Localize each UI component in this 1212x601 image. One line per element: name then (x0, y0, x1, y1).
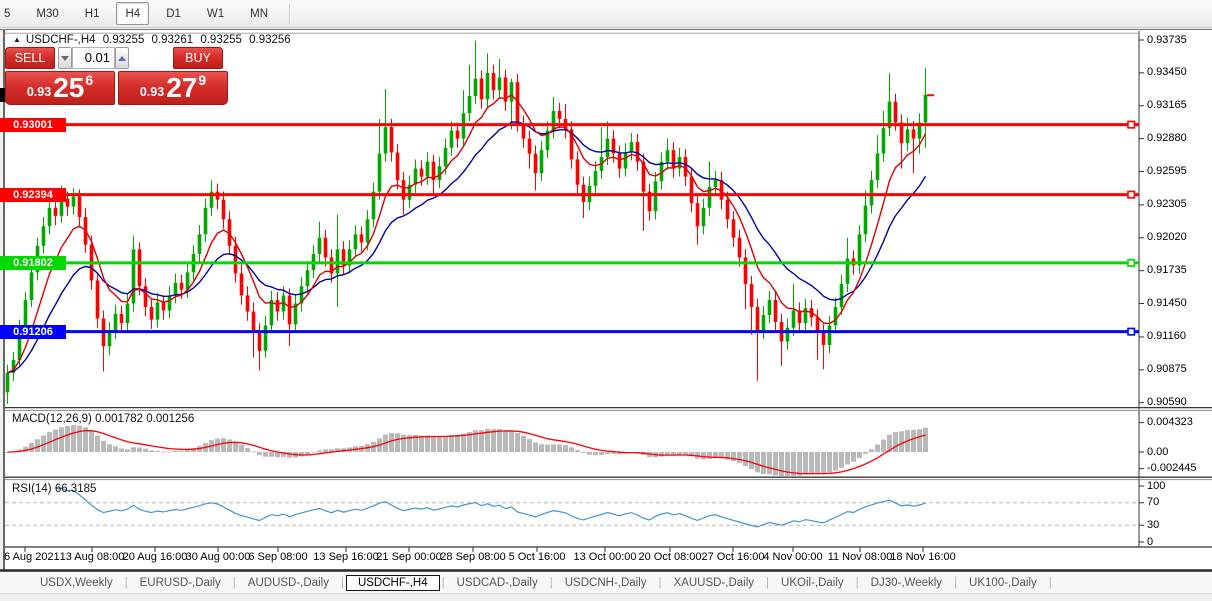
rsi-indicator-label: RSI(14) 66.3185 (12, 483, 96, 495)
macd-axis-label: 0.004323 (1147, 416, 1193, 429)
price-axis-label: 0.91450 (1147, 297, 1187, 310)
buy-button-label: BUY (185, 51, 211, 65)
symbol-tab-bar: USDX,Weekly|EURUSD-,Daily|AUDUSD-,Daily|… (0, 572, 1212, 593)
price-axis-label: 0.92880 (1147, 132, 1187, 145)
price-axis-label: 0.93165 (1147, 99, 1187, 112)
tab-separator: | (550, 577, 553, 589)
price-axis-label: 0.92020 (1147, 231, 1187, 244)
volume-decrease-button[interactable] (58, 47, 72, 69)
tab-separator: | (233, 577, 236, 589)
macd-indicator-label: MACD(12,26,9) 0.001782 0.001256 (12, 413, 194, 425)
timeframe-toolbar: 5 M30 H1 H4 D1 W1 MN (0, 0, 1212, 28)
volume-input[interactable]: 0.01 (72, 47, 115, 69)
price-axis-label: 0.93735 (1147, 34, 1187, 47)
price-axis-label: 0.92305 (1147, 198, 1187, 211)
time-axis-label: 21 Sep 00:00 (376, 551, 441, 564)
arrow-down-icon (61, 56, 69, 61)
time-axis-label: 27 Oct 16:00 (702, 551, 765, 564)
price-axis-label: 0.90875 (1147, 363, 1187, 376)
timeframe-button-w1[interactable]: W1 (198, 2, 233, 25)
symbol-tab-audusd-daily[interactable]: AUDUSD-,Daily (238, 575, 339, 591)
time-axis-label: 6 Sep 08:00 (248, 551, 307, 564)
volume-increase-button[interactable] (115, 47, 129, 69)
rsi-axis-label: 70 (1147, 496, 1159, 509)
ohlc-low: 0.93255 (200, 34, 242, 46)
chart-client-area[interactable] (5, 30, 1212, 570)
ohlc-high: 0.93261 (152, 34, 194, 46)
ohlc-close: 0.93256 (249, 34, 291, 46)
rsi-axis-label: 100 (1147, 480, 1165, 493)
buy-button[interactable]: BUY (173, 47, 223, 69)
time-axis-label: 6 Aug 2021 (4, 551, 60, 564)
chart-header: ▲ USDCHF-,H4 0.93255 0.93261 0.93255 0.93… (13, 34, 295, 46)
time-axis-label: 20 Aug 16:00 (123, 551, 188, 564)
sell-price-pipette: 6 (85, 72, 93, 88)
symbol-tab-ukoil-daily[interactable]: UKOil-,Daily (771, 575, 854, 591)
sell-price-display[interactable]: 0.93 25 6 (5, 71, 115, 105)
price-axis-label: 0.93450 (1147, 66, 1187, 79)
price-level-tag: 0.91802 (0, 256, 66, 270)
price-axis-label: 0.92595 (1147, 165, 1187, 178)
timeframe-button-h4[interactable]: H4 (116, 2, 149, 25)
time-axis-label: 11 Nov 08:00 (828, 551, 893, 564)
symbol-tab-usdcnh-daily[interactable]: USDCNH-,Daily (555, 575, 657, 591)
ohlc-open: 0.93255 (103, 34, 145, 46)
macd-axis-label: -0.002445 (1147, 462, 1197, 475)
timeframe-button-m30[interactable]: M30 (27, 2, 67, 25)
time-axis-label: 30 Aug 00:00 (186, 551, 251, 564)
tab-separator: | (856, 577, 859, 589)
tab-separator: | (125, 577, 128, 589)
buy-price-prefix: 0.93 (140, 85, 164, 99)
symbol-tab-eurusd-daily[interactable]: EURUSD-,Daily (130, 575, 231, 591)
price-level-tag: 0.92394 (0, 188, 66, 202)
sell-price-big: 25 (53, 73, 84, 103)
buy-price-display[interactable]: 0.93 27 9 (118, 71, 228, 105)
symbol-tab-usdcad-daily[interactable]: USDCAD-,Daily (447, 575, 548, 591)
symbol-tab-xauusd-daily[interactable]: XAUUSD-,Daily (664, 575, 765, 591)
timeframe-button-mn[interactable]: MN (241, 2, 277, 25)
symbol-tab-dj30-weekly[interactable]: DJ30-,Weekly (861, 575, 952, 591)
tab-separator: | (659, 577, 662, 589)
timeframe-button-d1[interactable]: D1 (157, 2, 190, 25)
sell-price-prefix: 0.93 (27, 85, 51, 99)
time-axis-label: 13 Oct 00:00 (574, 551, 637, 564)
time-axis-label: 13 Sep 16:00 (313, 551, 378, 564)
sell-button-label: SELL (15, 51, 46, 65)
time-axis-label: 13 Aug 08:00 (60, 551, 125, 564)
collapse-panel-icon[interactable]: ▲ (13, 35, 21, 44)
tab-separator: | (766, 577, 769, 589)
price-level-tag: 0.91206 (0, 325, 66, 339)
tab-separator: | (1049, 577, 1052, 589)
timeframe-button-h1[interactable]: H1 (76, 2, 109, 25)
time-axis-label: 5 Oct 16:00 (509, 551, 566, 564)
rsi-axis-label: 30 (1147, 519, 1159, 532)
tab-separator: | (442, 577, 445, 589)
chart-symbol-title: USDCHF-,H4 (26, 34, 96, 46)
symbol-tab-uk100-daily[interactable]: UK100-,Daily (959, 575, 1047, 591)
price-level-tag: 0.93001 (0, 118, 66, 132)
one-click-trading-panel: SELL 0.01 BUY 0.93 25 6 0.93 27 9 (5, 47, 229, 107)
price-axis-label: 0.90590 (1147, 396, 1187, 409)
macd-axis-label: 0.00 (1147, 446, 1168, 459)
buy-price-big: 27 (166, 73, 197, 103)
price-axis-label: 0.91735 (1147, 264, 1187, 277)
rsi-axis-label: 0 (1147, 536, 1153, 549)
symbol-tab-usdchf-h4[interactable]: USDCHF-,H4 (346, 575, 440, 591)
arrow-up-icon (118, 56, 126, 61)
time-axis-label: 4 Nov 00:00 (763, 551, 822, 564)
time-axis-label: 20 Oct 08:00 (639, 551, 702, 564)
tab-separator: | (954, 577, 957, 589)
sell-button[interactable]: SELL (5, 47, 55, 69)
timeframe-button-5[interactable]: 5 (0, 2, 19, 25)
time-axis-label: 18 Nov 16:00 (890, 551, 955, 564)
price-axis-label: 0.91160 (1147, 330, 1186, 343)
symbol-tab-usdx-weekly[interactable]: USDX,Weekly (30, 575, 123, 591)
toolbar-separator (289, 4, 290, 24)
tab-separator: | (341, 577, 344, 589)
buy-price-pipette: 9 (198, 72, 206, 88)
time-axis-label: 28 Sep 08:00 (440, 551, 505, 564)
